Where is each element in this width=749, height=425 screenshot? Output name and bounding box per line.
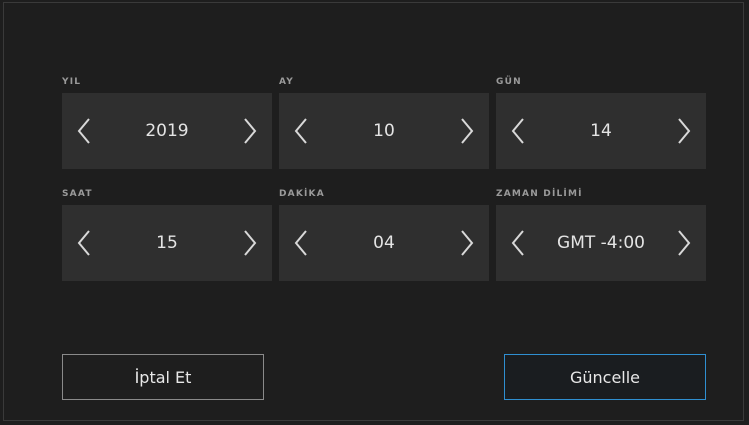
year-increment-button[interactable] xyxy=(228,93,272,169)
month-decrement-button[interactable] xyxy=(279,93,323,169)
field-label-month: AY xyxy=(279,77,295,87)
chevron-right-icon xyxy=(244,118,257,144)
chevron-left-icon xyxy=(294,118,307,144)
year-value: 2019 xyxy=(145,121,189,141)
minute-increment-button[interactable] xyxy=(445,205,489,281)
minute-stepper: 04 xyxy=(279,205,489,281)
hour-value: 15 xyxy=(156,233,178,253)
update-button-label: Güncelle xyxy=(569,367,641,387)
year-decrement-button[interactable] xyxy=(62,93,106,169)
month-increment-button[interactable] xyxy=(445,93,489,169)
minute-decrement-button[interactable] xyxy=(279,205,323,281)
cancel-button[interactable]: İptal Et xyxy=(62,354,264,400)
chevron-left-icon xyxy=(511,230,524,256)
field-label-minute: DAKİKA xyxy=(279,189,325,199)
timezone-increment-button[interactable] xyxy=(662,205,706,281)
chevron-right-icon xyxy=(244,230,257,256)
field-label-year: YIL xyxy=(62,77,82,87)
day-increment-button[interactable] xyxy=(662,93,706,169)
minute-value: 04 xyxy=(373,233,395,253)
chevron-left-icon xyxy=(511,118,524,144)
chevron-left-icon xyxy=(77,230,90,256)
field-label-timezone: ZAMAN DİLİMİ xyxy=(496,189,583,199)
month-value: 10 xyxy=(373,121,395,141)
chevron-right-icon xyxy=(461,118,474,144)
chevron-right-icon xyxy=(678,118,691,144)
hour-increment-button[interactable] xyxy=(228,205,272,281)
chevron-right-icon xyxy=(678,230,691,256)
hour-stepper: 15 xyxy=(62,205,272,281)
field-label-hour: SAAT xyxy=(62,189,93,199)
timezone-value: GMT -4:00 xyxy=(557,233,645,253)
day-decrement-button[interactable] xyxy=(496,93,540,169)
month-stepper: 10 xyxy=(279,93,489,169)
chevron-right-icon xyxy=(461,230,474,256)
field-label-day: GÜN xyxy=(496,77,522,87)
day-value: 14 xyxy=(590,121,612,141)
year-stepper: 2019 xyxy=(62,93,272,169)
chevron-left-icon xyxy=(294,230,307,256)
timezone-decrement-button[interactable] xyxy=(496,205,540,281)
cancel-button-label: İptal Et xyxy=(134,367,192,387)
day-stepper: 14 xyxy=(496,93,706,169)
timezone-stepper: GMT -4:00 xyxy=(496,205,706,281)
chevron-left-icon xyxy=(77,118,90,144)
hour-decrement-button[interactable] xyxy=(62,205,106,281)
update-button[interactable]: Güncelle xyxy=(504,354,706,400)
